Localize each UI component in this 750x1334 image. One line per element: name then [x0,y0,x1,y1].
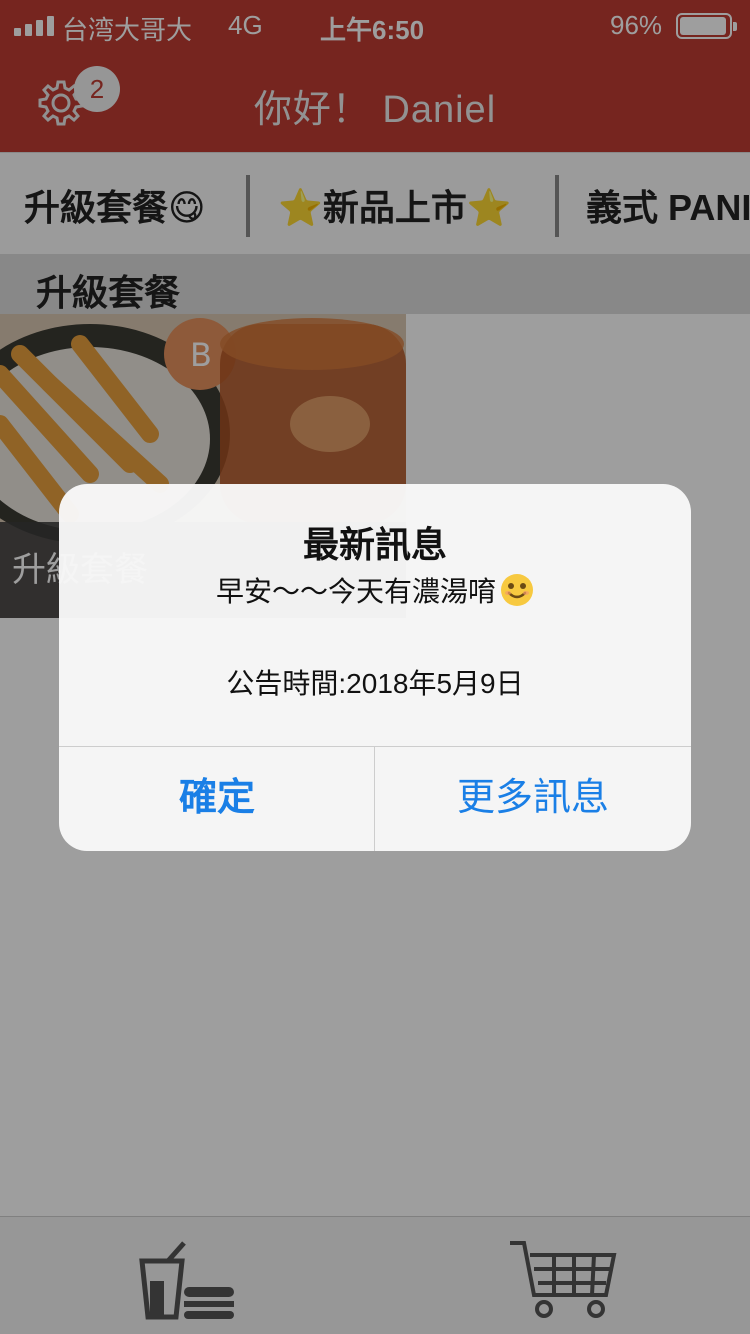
alert-message-text: 早安～～今天有濃湯唷 [215,576,496,607]
alert-date: 公告時間:2018年5月9日 [226,668,524,699]
announcement-alert: 最新訊息 早安～～今天有濃湯唷 公告時間:2018年5月9日 確定 更多訊息 [59,484,691,851]
alert-message: 早安～～今天有濃湯唷 [59,570,691,610]
confirm-button[interactable]: 確定 [59,746,375,851]
alert-title: 最新訊息 [302,524,447,565]
smiley-emoji-icon [501,574,533,606]
more-info-button[interactable]: 更多訊息 [375,746,691,851]
